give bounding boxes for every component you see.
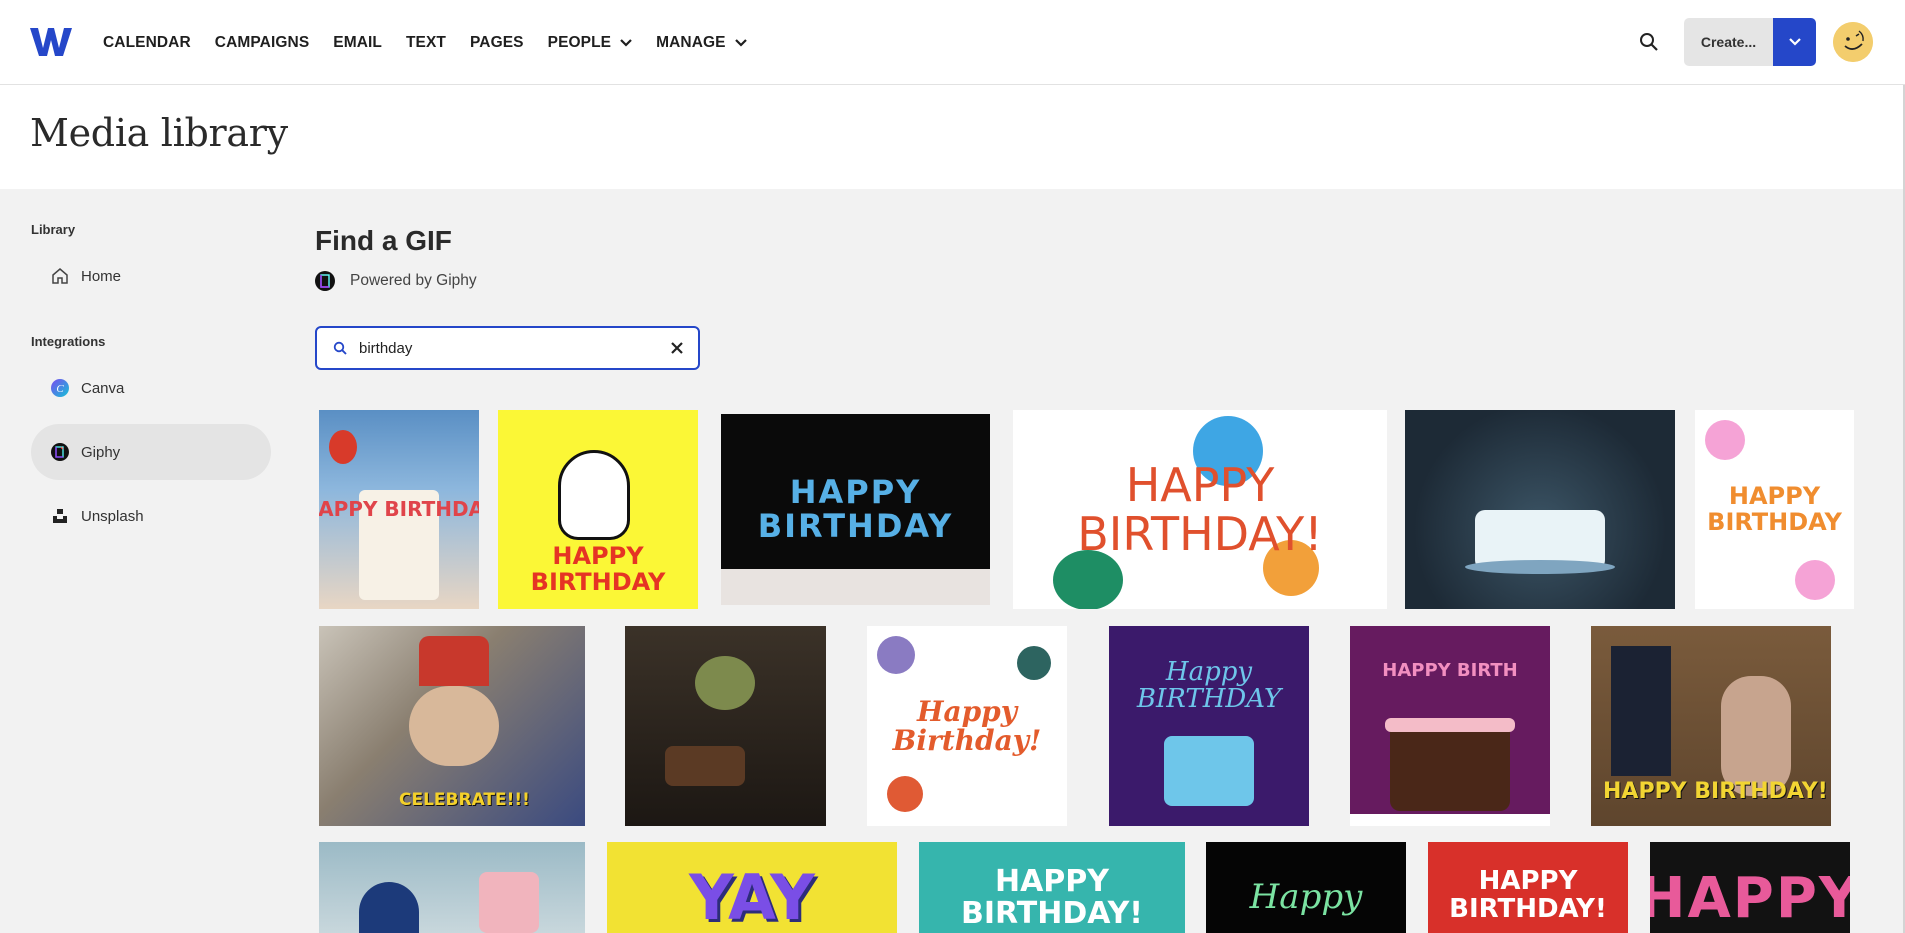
search-icon bbox=[333, 341, 347, 355]
page-title: Media library bbox=[30, 111, 288, 155]
sidebar-item-label: Canva bbox=[81, 379, 125, 397]
gif-caption: HAPPY BIRTH bbox=[1382, 659, 1518, 681]
gif-caption: HAPPY BIRTHDAY bbox=[757, 472, 954, 545]
sidebar-item-giphy[interactable]: Giphy bbox=[31, 424, 271, 480]
nav-campaigns[interactable]: CAMPAIGNS bbox=[215, 34, 309, 52]
gif-search-input[interactable] bbox=[359, 339, 659, 357]
library-heading: Library bbox=[31, 222, 76, 237]
sidebar-item-label: Home bbox=[81, 267, 122, 285]
sidebar-item-home[interactable]: Home bbox=[31, 248, 271, 304]
gif-result[interactable]: HAPPY bbox=[1650, 842, 1850, 933]
gif-result[interactable]: Happy bbox=[1206, 842, 1406, 933]
gif-result[interactable]: HAPPY BIRTHDAY bbox=[1695, 410, 1854, 609]
sidebar-item-label: Giphy bbox=[81, 443, 121, 461]
chevron-down-icon bbox=[1788, 38, 1801, 46]
gif-caption: Happy Birthday! bbox=[892, 694, 1042, 757]
giphy-icon bbox=[50, 442, 70, 462]
top-navigation-bar: CALENDAR CAMPAIGNS EMAIL TEXT PAGES PEOP… bbox=[0, 0, 1905, 85]
nav-pages[interactable]: PAGES bbox=[470, 34, 524, 52]
gif-result[interactable]: Happy Birthday! bbox=[867, 626, 1067, 826]
integrations-heading: Integrations bbox=[31, 334, 106, 349]
main-menu: CALENDAR CAMPAIGNS EMAIL TEXT PAGES PEOP… bbox=[103, 0, 771, 85]
gif-caption: CELEBRATE!!! bbox=[399, 790, 530, 810]
chevron-down-icon bbox=[620, 38, 632, 47]
gif-result[interactable]: Happy BIRTHDAY bbox=[1109, 626, 1309, 826]
gif-result[interactable]: HAPPY BIRTHDAY bbox=[498, 410, 698, 609]
sidebar-item-canva[interactable]: C Canva bbox=[31, 360, 271, 416]
nav-manage[interactable]: MANAGE bbox=[656, 34, 747, 52]
smiley-face-icon bbox=[1833, 22, 1873, 62]
nav-calendar[interactable]: CALENDAR bbox=[103, 34, 191, 52]
gif-result[interactable] bbox=[319, 842, 585, 933]
brand-logo-icon[interactable] bbox=[30, 26, 72, 58]
nav-people[interactable]: PEOPLE bbox=[548, 34, 632, 52]
gif-caption: HAPPY BIRTHDAY bbox=[319, 497, 479, 521]
gif-caption: HAPPY BIRTHDAY! bbox=[1603, 779, 1828, 804]
nav-text[interactable]: TEXT bbox=[406, 34, 446, 52]
gif-result[interactable]: HAPPY BIRTH bbox=[1350, 626, 1550, 826]
gif-result[interactable]: HAPPY BIRTHDAY bbox=[721, 414, 990, 605]
giphy-icon bbox=[315, 271, 335, 291]
create-button-group: Create... bbox=[1684, 18, 1816, 66]
gif-caption: HAPPY BIRTHDAY! bbox=[1449, 866, 1607, 924]
gif-caption: HAPPY BIRTHDAY bbox=[530, 542, 666, 596]
gif-caption: HAPPY BIRTHDAY bbox=[1707, 482, 1842, 536]
gif-result[interactable] bbox=[625, 626, 826, 826]
gif-result[interactable]: HAPPY BIRTHDAY! bbox=[919, 842, 1185, 933]
gif-result[interactable]: HAPPY BIRTHDAY! bbox=[1591, 626, 1831, 826]
gif-caption: Happy BIRTHDAY bbox=[1136, 656, 1282, 714]
close-icon[interactable] bbox=[670, 341, 684, 355]
gif-result[interactable]: HAPPY BIRTHDAY! bbox=[1428, 842, 1628, 933]
gif-caption: HAPPY bbox=[1650, 866, 1850, 932]
sidebar-item-unsplash[interactable]: Unsplash bbox=[31, 488, 271, 544]
create-button[interactable]: Create... bbox=[1684, 18, 1773, 66]
unsplash-icon bbox=[50, 506, 70, 526]
avatar[interactable] bbox=[1833, 22, 1873, 62]
search-icon[interactable] bbox=[1637, 30, 1661, 54]
svg-text:C: C bbox=[56, 383, 64, 395]
nav-email[interactable]: EMAIL bbox=[333, 34, 382, 52]
sidebar-item-label: Unsplash bbox=[81, 507, 144, 525]
create-dropdown-button[interactable] bbox=[1773, 18, 1816, 66]
chevron-down-icon bbox=[734, 38, 747, 47]
gif-caption: YAY bbox=[689, 860, 815, 933]
home-icon bbox=[50, 266, 70, 286]
powered-by-label: Powered by Giphy bbox=[350, 272, 477, 289]
gif-result[interactable]: CELEBRATE!!! bbox=[319, 626, 585, 826]
page-header: Media library bbox=[0, 85, 1905, 189]
gif-caption: HAPPY BIRTHDAY! bbox=[1077, 458, 1323, 561]
gif-result[interactable]: HAPPY BIRTHDAY! bbox=[1013, 410, 1387, 609]
find-gif-title: Find a GIF bbox=[315, 225, 452, 256]
gif-search-field bbox=[315, 326, 700, 370]
gif-caption: HAPPY BIRTHDAY! bbox=[960, 864, 1143, 931]
gif-result[interactable] bbox=[1405, 410, 1675, 609]
powered-by-giphy: Powered by Giphy bbox=[315, 271, 477, 291]
gif-caption: Happy bbox=[1249, 876, 1363, 917]
gif-result[interactable]: HAPPY BIRTHDAY bbox=[319, 410, 479, 609]
canva-icon: C bbox=[50, 378, 70, 398]
gif-result[interactable]: YAY bbox=[607, 842, 897, 933]
